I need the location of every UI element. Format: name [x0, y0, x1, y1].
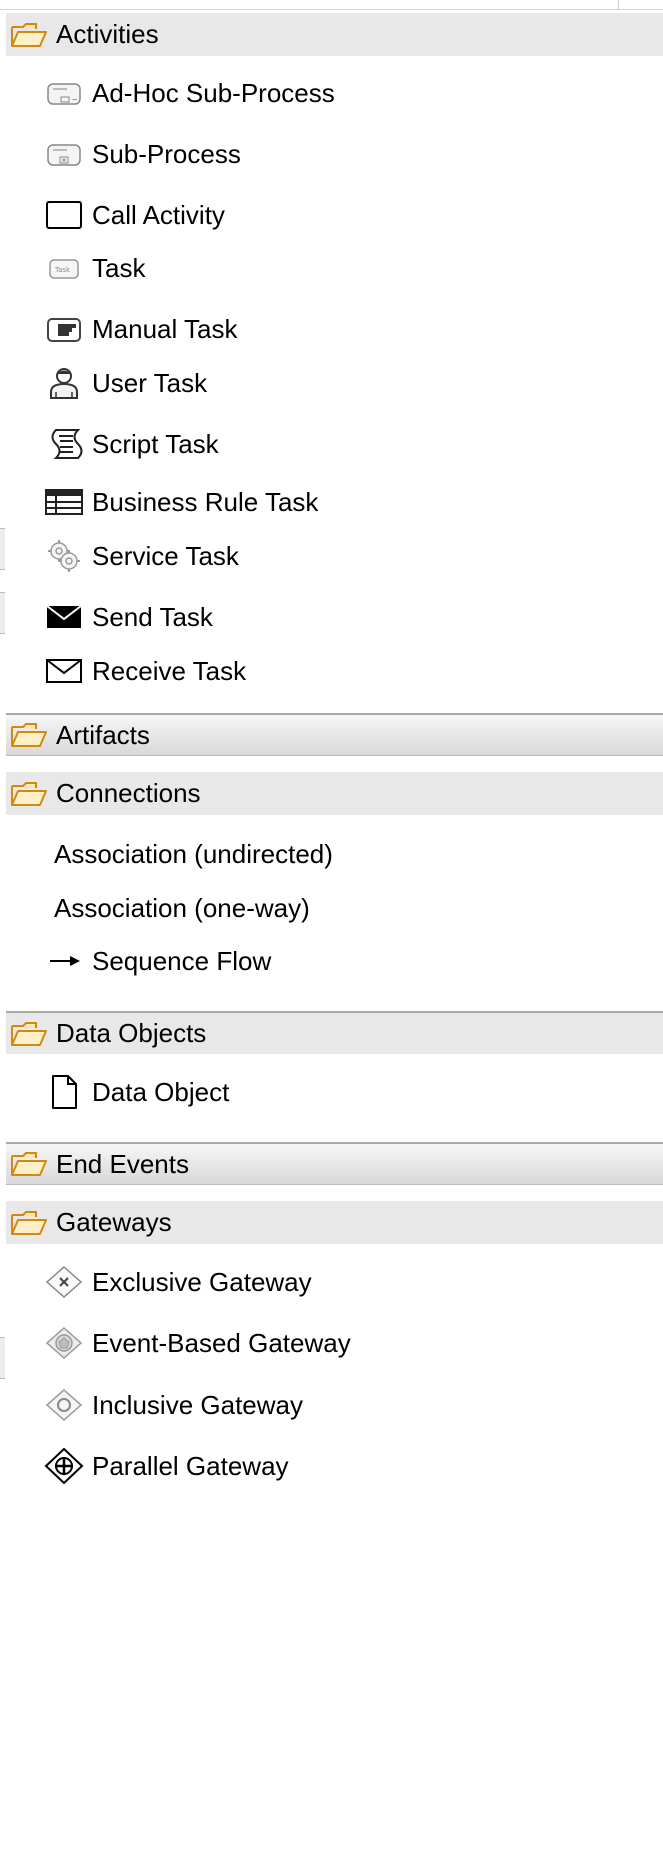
drawer-activities[interactable]: Activities [6, 13, 663, 56]
tool-receive-task[interactable]: Receive Task [44, 651, 246, 691]
open-folder-icon [10, 1149, 48, 1179]
drawer-label: Artifacts [56, 719, 150, 750]
tool-call-activity[interactable]: Call Activity [44, 195, 225, 235]
left-edge-mark [0, 528, 5, 570]
adhoc-subprocess-icon: ~ [44, 76, 84, 110]
subprocess-icon [44, 137, 84, 171]
open-folder-icon [10, 1208, 48, 1238]
call-activity-icon [44, 198, 84, 232]
tool-label: Script Task [92, 428, 219, 459]
drawer-gateways[interactable]: Gateways [6, 1201, 663, 1244]
drawer-data-objects[interactable]: Data Objects [6, 1011, 663, 1054]
drawer-end-events[interactable]: End Events [6, 1142, 663, 1185]
tool-label: Event-Based Gateway [92, 1327, 351, 1358]
tool-data-object[interactable]: Data Object [44, 1072, 229, 1112]
tool-label: Business Rule Task [92, 486, 319, 517]
tool-user-task[interactable]: User Task [44, 363, 207, 403]
tool-label: Ad-Hoc Sub-Process [92, 77, 335, 108]
drawer-label: Data Objects [56, 1018, 207, 1048]
bpmn-palette: Activities ~ Ad-Hoc Sub-Process Sub-Proc… [0, 0, 663, 1868]
tool-label: Exclusive Gateway [92, 1266, 312, 1297]
svg-text:~: ~ [72, 96, 78, 104]
tool-label: Sequence Flow [92, 945, 272, 976]
drawer-label: End Events [56, 1148, 189, 1179]
sequence-flow-arrow-icon [44, 944, 84, 978]
parallel-gateway-icon [44, 1447, 84, 1485]
tool-task[interactable]: Task Task [44, 248, 145, 288]
tool-manual-task[interactable]: Manual Task [44, 309, 238, 349]
left-edge-mark [0, 592, 5, 634]
event-based-gateway-icon [44, 1326, 84, 1360]
manual-task-icon [44, 312, 84, 346]
receive-task-icon [44, 654, 84, 688]
open-folder-icon [10, 779, 48, 809]
inclusive-gateway-icon [44, 1388, 84, 1422]
palette-top-border [0, 0, 663, 10]
drawer-label: Gateways [56, 1207, 172, 1237]
business-rule-task-icon [44, 485, 84, 519]
drawer-label: Connections [56, 778, 201, 808]
tool-label: Sub-Process [92, 138, 241, 169]
open-folder-icon [10, 720, 48, 750]
task-icon: Task [44, 251, 84, 285]
drawer-label: Activities [56, 19, 159, 49]
tool-inclusive-gateway[interactable]: Inclusive Gateway [44, 1385, 303, 1425]
tool-service-task[interactable]: Service Task [44, 536, 239, 576]
svg-text:Task: Task [54, 266, 71, 274]
tool-label: Task [92, 252, 146, 283]
user-task-icon [44, 366, 84, 400]
tool-parallel-gateway[interactable]: Parallel Gateway [44, 1446, 289, 1486]
tool-label: Parallel Gateway [92, 1450, 289, 1481]
tool-ad-hoc-sub-process[interactable]: ~ Ad-Hoc Sub-Process [44, 73, 335, 113]
tool-label: Association (undirected) [54, 838, 333, 869]
tool-send-task[interactable]: Send Task [44, 597, 213, 637]
tool-association-undirected[interactable]: Association (undirected) [54, 834, 333, 874]
drawer-connections[interactable]: Connections [6, 772, 663, 815]
tool-association-one-way[interactable]: Association (one-way) [54, 888, 310, 928]
tool-sequence-flow[interactable]: Sequence Flow [44, 941, 271, 981]
service-task-icon [44, 539, 84, 573]
tool-event-based-gateway[interactable]: Event-Based Gateway [44, 1323, 351, 1363]
data-object-icon [44, 1075, 84, 1109]
tool-label: Call Activity [92, 199, 225, 230]
tool-label: Service Task [92, 540, 239, 571]
tool-label: Send Task [92, 601, 213, 632]
tool-label: Inclusive Gateway [92, 1389, 303, 1420]
script-task-icon [44, 427, 84, 461]
left-edge-mark [0, 1337, 5, 1379]
exclusive-gateway-icon [44, 1265, 84, 1299]
tool-business-rule-task[interactable]: Business Rule Task [44, 482, 318, 522]
open-folder-icon [10, 20, 48, 50]
send-task-icon [44, 600, 84, 634]
tool-label: Receive Task [92, 655, 247, 686]
tool-label: Data Object [92, 1076, 230, 1107]
tool-label: Association (one-way) [54, 892, 310, 923]
tool-label: User Task [92, 367, 208, 398]
open-folder-icon [10, 1019, 48, 1049]
tool-exclusive-gateway[interactable]: Exclusive Gateway [44, 1262, 312, 1302]
drawer-artifacts[interactable]: Artifacts [6, 713, 663, 756]
tool-script-task[interactable]: Script Task [44, 424, 219, 464]
tool-label: Manual Task [92, 313, 238, 344]
tool-sub-process[interactable]: Sub-Process [44, 134, 241, 174]
